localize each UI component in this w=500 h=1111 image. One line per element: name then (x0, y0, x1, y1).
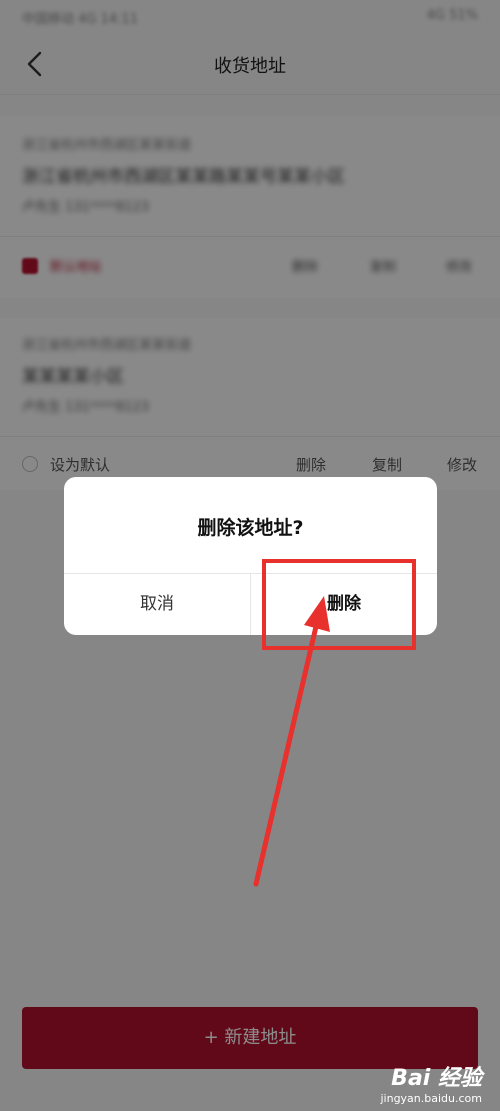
dialog-cancel-button[interactable]: 取消 (64, 574, 250, 635)
watermark-url: jingyan.baidu.com (380, 1092, 482, 1105)
baidu-watermark: Bai 经验 jingyan.baidu.com (380, 1060, 482, 1105)
highlight-box (262, 559, 416, 650)
baidu-logo: Bai 经验 (391, 1066, 482, 1091)
dialog-title: 删除该地址? (197, 517, 304, 539)
